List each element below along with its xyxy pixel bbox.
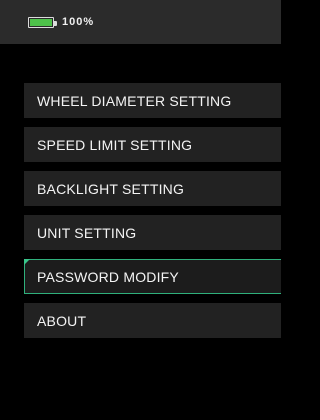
settings-menu: WHEEL DIAMETER SETTING SPEED LIMIT SETTI… bbox=[24, 83, 281, 347]
menu-item-label: ABOUT bbox=[37, 312, 87, 329]
battery-level-fill bbox=[30, 18, 52, 26]
menu-item-about[interactable]: ABOUT bbox=[24, 303, 281, 338]
menu-item-unit-setting[interactable]: UNIT SETTING bbox=[24, 215, 281, 250]
menu-item-label: PASSWORD MODIFY bbox=[37, 268, 179, 285]
menu-item-speed-limit-setting[interactable]: SPEED LIMIT SETTING bbox=[24, 127, 281, 162]
menu-item-label: SPEED LIMIT SETTING bbox=[37, 136, 193, 153]
status-bar: 100% bbox=[0, 0, 281, 44]
battery-percent: 100% bbox=[62, 16, 95, 28]
menu-item-backlight-setting[interactable]: BACKLIGHT SETTING bbox=[24, 171, 281, 206]
menu-item-label: BACKLIGHT SETTING bbox=[37, 180, 185, 197]
menu-item-password-modify[interactable]: PASSWORD MODIFY bbox=[24, 259, 281, 294]
battery-icon bbox=[28, 16, 57, 28]
menu-item-wheel-diameter-setting[interactable]: WHEEL DIAMETER SETTING bbox=[24, 83, 281, 118]
menu-item-label: UNIT SETTING bbox=[37, 224, 137, 241]
menu-item-label: WHEEL DIAMETER SETTING bbox=[37, 92, 232, 109]
